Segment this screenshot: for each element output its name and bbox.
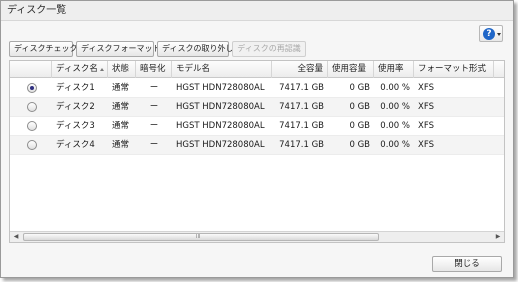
cell-usage: 0.00 % [380, 102, 410, 112]
cell-format: XFS [418, 102, 434, 112]
sort-ascending-icon [100, 68, 104, 71]
cell-format: XFS [418, 140, 434, 150]
cell-capacity: 7417.1 GB [279, 102, 324, 112]
cell-format: XFS [418, 121, 434, 131]
cell-capacity: 7417.1 GB [279, 121, 324, 131]
scroll-right-icon[interactable]: ▶ [492, 232, 504, 242]
header-encryption[interactable]: 暗号化 [136, 61, 172, 78]
row-select-radio[interactable] [27, 83, 37, 93]
table-row[interactable]: ディスク3 通常 ー HGST HDN728080AL 7417.1 GB 0 … [10, 117, 504, 136]
cell-disk-name: ディスク4 [56, 140, 95, 150]
header-disk-name[interactable]: ディスク名 [52, 61, 108, 78]
disk-format-button[interactable]: ディスクフォーマット [76, 41, 160, 57]
header-used[interactable]: 使用容量 [328, 61, 374, 78]
dialog-title: ディスク一覧 [1, 1, 513, 21]
horizontal-scrollbar[interactable]: ◀ III ▶ [10, 231, 504, 242]
disk-table: ディスク名 状態 暗号化 モデル名 全容量 使用容量 使用率 フォーマット形式 … [9, 60, 505, 243]
cell-model: HGST HDN728080AL [176, 140, 265, 150]
help-icon: ? [483, 28, 495, 40]
header-model[interactable]: モデル名 [172, 61, 272, 78]
close-button[interactable]: 閉じる [432, 256, 502, 272]
disk-check-button[interactable]: ディスクチェック [9, 41, 77, 57]
table-header: ディスク名 状態 暗号化 モデル名 全容量 使用容量 使用率 フォーマット形式 [10, 61, 504, 78]
table-row[interactable]: ディスク2 通常 ー HGST HDN728080AL 7417.1 GB 0 … [10, 98, 504, 117]
cell-disk-name: ディスク3 [56, 121, 95, 131]
cell-status: 通常 [112, 83, 130, 93]
cell-status: 通常 [112, 121, 130, 131]
dropdown-arrow-icon [497, 33, 501, 36]
cell-encryption: ー [149, 121, 159, 131]
table-row[interactable]: ディスク1 通常 ー HGST HDN728080AL 7417.1 GB 0 … [10, 79, 504, 98]
cell-encryption: ー [149, 140, 159, 150]
help-menu-button[interactable]: ? [479, 25, 503, 42]
disk-remove-button[interactable]: ディスクの取り外し [157, 41, 233, 57]
cell-disk-name: ディスク1 [56, 83, 95, 93]
cell-usage: 0.00 % [380, 121, 410, 131]
disk-list-dialog: ディスク一覧 ? ディスクチェック ディスクフォーマット ディスクの取り外し デ… [0, 0, 514, 278]
cell-used: 0 GB [349, 83, 370, 93]
scroll-left-icon[interactable]: ◀ [10, 232, 22, 242]
cell-format: XFS [418, 83, 434, 93]
header-capacity[interactable]: 全容量 [272, 61, 328, 78]
header-format[interactable]: フォーマット形式 [414, 61, 494, 78]
cell-model: HGST HDN728080AL [176, 102, 265, 112]
row-select-radio[interactable] [27, 140, 37, 150]
cell-encryption: ー [149, 102, 159, 112]
cell-usage: 0.00 % [380, 83, 410, 93]
cell-status: 通常 [112, 102, 130, 112]
cell-used: 0 GB [349, 140, 370, 150]
cell-encryption: ー [149, 83, 159, 93]
scrollbar-thumb[interactable]: III [23, 233, 379, 241]
cell-capacity: 7417.1 GB [279, 83, 324, 93]
cell-capacity: 7417.1 GB [279, 140, 324, 150]
row-select-radio[interactable] [27, 121, 37, 131]
header-usage[interactable]: 使用率 [374, 61, 414, 78]
cell-status: 通常 [112, 140, 130, 150]
disk-reauth-button[interactable]: ディスクの再認識 [232, 41, 306, 57]
header-select [10, 61, 52, 78]
grip-icon: III [196, 234, 201, 240]
table-row[interactable]: ディスク4 通常 ー HGST HDN728080AL 7417.1 GB 0 … [10, 136, 504, 155]
cell-disk-name: ディスク2 [56, 102, 95, 112]
cell-model: HGST HDN728080AL [176, 121, 265, 131]
row-select-radio[interactable] [27, 102, 37, 112]
cell-usage: 0.00 % [380, 140, 410, 150]
cell-used: 0 GB [349, 121, 370, 131]
cell-used: 0 GB [349, 102, 370, 112]
header-status[interactable]: 状態 [108, 61, 136, 78]
cell-model: HGST HDN728080AL [176, 83, 265, 93]
header-overflow [494, 61, 504, 78]
